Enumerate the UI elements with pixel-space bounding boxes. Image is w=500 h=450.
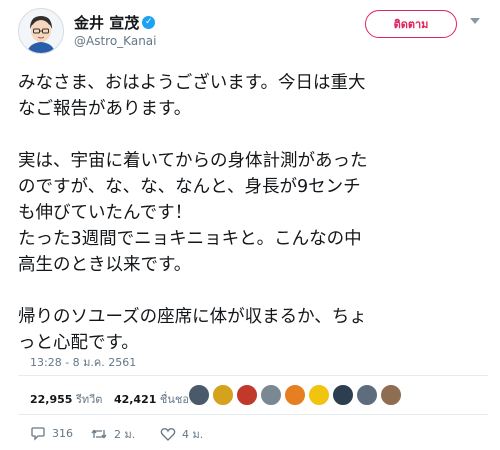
reply-icon[interactable] <box>30 425 46 441</box>
liker-avatar[interactable] <box>212 384 234 406</box>
avatar-illustration-icon <box>19 9 63 53</box>
liker-avatar[interactable] <box>236 384 258 406</box>
caret-down-icon[interactable] <box>470 18 480 24</box>
follow-button[interactable]: ติดตาม <box>365 10 457 38</box>
tweet-line: も伸びていたんです！ <box>18 203 193 223</box>
like-count: 4 ม. <box>182 428 204 441</box>
like-action[interactable]: 4 ม. <box>160 425 203 443</box>
tweet-paragraph: 実は、宇宙に着いてからの身体計測があった のですが、な、な、なんと、身長が9セン… <box>18 148 488 278</box>
liker-avatar[interactable] <box>284 384 306 406</box>
reply-count: 316 <box>52 426 73 440</box>
name-row: 金井 宣茂 ✓ <box>74 12 156 33</box>
liker-avatar[interactable] <box>188 384 210 406</box>
tweet-line: 高生のとき以来です。 <box>18 255 192 275</box>
tweet-paragraph: 帰りのソユーズの座席に体が収まるか、ちょ っと心配です。 <box>18 304 488 356</box>
liker-avatar[interactable] <box>332 384 354 406</box>
liker-avatar[interactable] <box>308 384 330 406</box>
liker-avatar[interactable] <box>380 384 402 406</box>
tweet-line: 実は、宇宙に着いてからの身体計測があった <box>18 151 368 171</box>
retweet-action[interactable]: 2 ม. <box>90 425 135 443</box>
tweet-line: たった3週間でニョキニョキと。こんなの中 <box>18 229 362 249</box>
tweet-text: みなさま、おはようございます。今日は重大 なご報告があります。 実は、宇宙に着い… <box>18 70 488 356</box>
liker-avatar[interactable] <box>260 384 282 406</box>
retweet-icon[interactable] <box>90 426 108 442</box>
tweet-line: のですが、な、な、なんと、身長が9センチ <box>18 177 361 197</box>
tweet-header: 金井 宣茂 ✓ @Astro_Kanai ติดตาม <box>18 8 488 58</box>
tweet-line: みなさま、おはようございます。今日は重大 <box>18 73 366 93</box>
divider <box>18 375 488 376</box>
retweets-count[interactable]: 22,955 <box>30 393 72 406</box>
tweet-line: なご報告があります。 <box>18 99 192 119</box>
display-name[interactable]: 金井 宣茂 <box>74 14 139 32</box>
tweet-timestamp[interactable]: 13:28 - 8 ม.ค. 2561 <box>30 353 136 371</box>
reply-action[interactable]: 316 <box>30 425 73 441</box>
verified-badge-icon: ✓ <box>142 16 156 29</box>
retweets-label[interactable]: รีทวีต <box>76 393 102 406</box>
likes-count[interactable]: 42,421 <box>114 393 156 406</box>
divider <box>18 414 488 415</box>
like-icon[interactable] <box>160 426 176 442</box>
tweet-paragraph: みなさま、おはようございます。今日は重大 なご報告があります。 <box>18 70 488 122</box>
avatar[interactable] <box>18 8 64 54</box>
retweet-count: 2 ม. <box>114 428 136 441</box>
tweet-line: 帰りのソユーズの座席に体が収まるか、ちょ <box>18 307 367 327</box>
user-handle[interactable]: @Astro_Kanai <box>74 34 156 48</box>
tweet-stats: 22,955 รีทวีต 42,421 ชื่นชอบ <box>30 390 196 408</box>
liker-avatar[interactable] <box>356 384 378 406</box>
